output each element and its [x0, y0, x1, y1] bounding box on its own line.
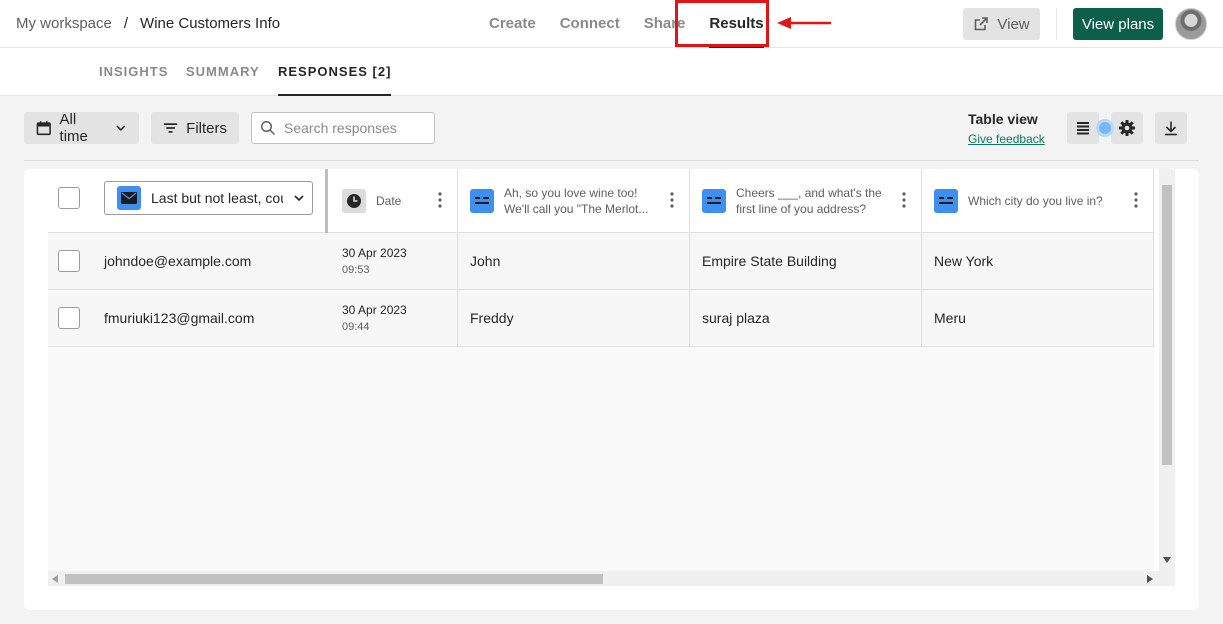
- kebab-menu-icon[interactable]: [670, 191, 674, 209]
- short-text-icon: [470, 189, 494, 213]
- column-header-name-question[interactable]: Ah, so you love wine too! We'll call you…: [458, 169, 690, 233]
- column-divider: [1153, 169, 1154, 232]
- row-checkbox[interactable]: [58, 250, 80, 272]
- filters-button[interactable]: Filters: [151, 112, 239, 144]
- date-value: 30 Apr 2023: [342, 246, 407, 260]
- vertical-scrollbar[interactable]: [1159, 169, 1175, 571]
- search-box[interactable]: [251, 112, 435, 144]
- pointer-arrow-icon: [777, 17, 831, 29]
- chevron-down-icon: [294, 195, 304, 202]
- column-label: Date: [376, 194, 402, 208]
- envelope-icon: [121, 192, 137, 204]
- kebab-menu-icon[interactable]: [438, 191, 442, 209]
- column-divider: [1153, 290, 1154, 346]
- scroll-left-arrow-icon[interactable]: [52, 575, 58, 583]
- tab-insights[interactable]: INSIGHTS: [99, 48, 168, 96]
- tab-responses[interactable]: RESPONSES [2]: [278, 48, 392, 96]
- avatar[interactable]: [1175, 8, 1207, 40]
- view-toggle-indicator[interactable]: [1096, 119, 1114, 137]
- nav-create[interactable]: Create: [489, 0, 536, 48]
- column-divider: [457, 233, 458, 289]
- search-input[interactable]: [284, 120, 424, 136]
- scroll-down-arrow-icon[interactable]: [1163, 557, 1171, 563]
- column-divider: [1153, 233, 1154, 289]
- field-select-dropdown[interactable]: Last but not least, could you share your…: [104, 181, 313, 215]
- clock-icon: [342, 189, 366, 213]
- cell-city: New York: [934, 253, 994, 269]
- field-select-label: Last but not least, could you share your…: [151, 190, 283, 206]
- top-bar: My workspace / Wine Customers Info Creat…: [0, 0, 1223, 48]
- results-tabs: INSIGHTS SUMMARY RESPONSES [2]: [0, 48, 1223, 96]
- cell-address: suraj plaza: [702, 310, 770, 326]
- view-button[interactable]: View: [963, 8, 1040, 40]
- gear-icon: [1119, 120, 1135, 136]
- chevron-down-icon: [116, 125, 126, 132]
- header-divider: [1056, 8, 1057, 40]
- kebab-menu-icon[interactable]: [1134, 191, 1138, 209]
- cell-name: Freddy: [470, 310, 514, 326]
- breadcrumb-workspace[interactable]: My workspace: [16, 15, 112, 32]
- cell-address: Empire State Building: [702, 253, 837, 269]
- date-value: 30 Apr 2023: [342, 303, 407, 317]
- scroll-right-arrow-icon[interactable]: [1147, 575, 1153, 583]
- column-divider: [921, 290, 922, 346]
- responses-table: Last but not least, could you share your…: [48, 169, 1154, 571]
- vertical-scroll-thumb[interactable]: [1162, 185, 1172, 465]
- table-view-label: Table view: [968, 111, 1038, 127]
- time-value: 09:53: [342, 264, 370, 276]
- column-header-city-question[interactable]: Which city do you live in?: [922, 169, 1154, 233]
- column-divider: [457, 290, 458, 346]
- view-plans-button[interactable]: View plans: [1073, 8, 1163, 40]
- toolbar-divider: [24, 160, 1199, 161]
- breadcrumb-form[interactable]: Wine Customers Info: [140, 15, 280, 32]
- column-divider: [689, 290, 690, 346]
- cell-email: johndoe@example.com: [104, 253, 252, 269]
- download-button[interactable]: [1155, 112, 1187, 144]
- external-link-icon: [975, 17, 989, 31]
- time-filter-dropdown[interactable]: All time: [24, 111, 139, 145]
- results-highlight-box: [675, 0, 769, 47]
- breadcrumb-separator: /: [123, 15, 129, 32]
- time-value: 09:44: [342, 321, 370, 333]
- calendar-icon: [36, 121, 51, 136]
- table-settings-button[interactable]: [1111, 112, 1143, 144]
- search-icon: [260, 120, 276, 136]
- column-divider: [689, 233, 690, 289]
- horizontal-scrollbar[interactable]: [48, 571, 1175, 586]
- email-question-icon: [117, 186, 141, 210]
- cell-date: 30 Apr 2023 09:53: [342, 233, 407, 289]
- download-icon: [1165, 121, 1177, 136]
- give-feedback-link[interactable]: Give feedback: [968, 132, 1045, 146]
- cell-name: John: [470, 253, 501, 269]
- filters-label: Filters: [186, 119, 227, 137]
- list-view-icon: [1077, 122, 1089, 135]
- short-text-icon: [702, 189, 726, 213]
- table-row[interactable]: fmuriuki123@gmail.com 30 Apr 2023 09:44 …: [48, 290, 1154, 347]
- time-filter-label: All time: [59, 111, 88, 145]
- table-view-toggle[interactable]: [1067, 112, 1099, 144]
- column-divider: [921, 233, 922, 289]
- select-all-checkbox[interactable]: [58, 187, 80, 209]
- cell-city: Meru: [934, 310, 966, 326]
- kebab-menu-icon[interactable]: [902, 191, 906, 209]
- cell-email: fmuriuki123@gmail.com: [104, 310, 255, 326]
- cell-date: 30 Apr 2023 09:44: [342, 290, 407, 346]
- filter-icon: [163, 123, 178, 133]
- short-text-icon: [934, 189, 958, 213]
- column-label: Ah, so you love wine too! We'll call you…: [504, 186, 649, 216]
- table-row[interactable]: johndoe@example.com 30 Apr 2023 09:53 Jo…: [48, 233, 1154, 290]
- view-button-label: View: [997, 15, 1030, 33]
- breadcrumb: My workspace / Wine Customers Info: [16, 15, 280, 32]
- nav-connect[interactable]: Connect: [560, 0, 620, 48]
- column-label: Cheers ___, and what's the first line of…: [736, 186, 882, 216]
- table-header-row: Last but not least, could you share your…: [48, 169, 1154, 346]
- column-label: Which city do you live in?: [968, 194, 1103, 208]
- tab-summary[interactable]: SUMMARY: [186, 48, 260, 96]
- horizontal-scroll-thumb[interactable]: [65, 574, 603, 584]
- row-checkbox[interactable]: [58, 307, 80, 329]
- column-header-address-question[interactable]: Cheers ___, and what's the first line of…: [690, 169, 922, 233]
